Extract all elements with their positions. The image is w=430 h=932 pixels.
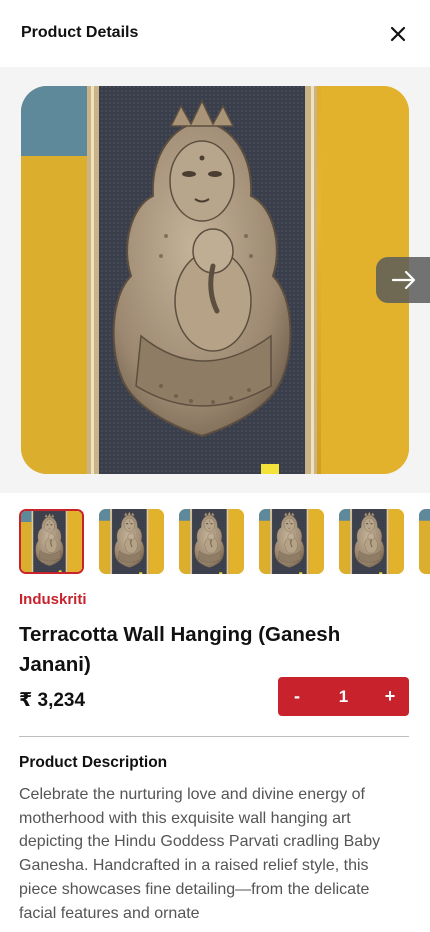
product-price: ₹ 3,234 [19,690,86,711]
thumbnail-image [21,511,82,572]
thumbnail-2[interactable] [99,509,164,574]
thumbnail-5[interactable] [339,509,404,574]
header-bar: Product Details [0,0,430,67]
thumbnail-image [339,509,404,574]
thumbnail-4[interactable] [259,509,324,574]
product-title: Terracotta Wall Hanging (Ganesh Janani) [19,623,341,676]
arrow-right-icon [391,270,416,290]
thumbnail-image [179,509,244,574]
thumbnail-6[interactable] [419,509,430,574]
brand-name[interactable]: Induskriti [19,591,87,608]
thumbnail-3[interactable] [179,509,244,574]
page-title: Product Details [21,24,139,41]
thumbnail-image [259,509,324,574]
product-hero-image[interactable] [21,86,409,474]
thumbnail-strip [0,508,430,576]
image-gallery [0,67,430,493]
description-text: Celebrate the nurturing love and divine … [19,786,381,922]
increase-quantity-button[interactable]: + [371,677,409,716]
close-icon [390,26,406,42]
close-button[interactable] [384,20,412,48]
quantity-stepper: - 1 + [278,677,409,716]
description-heading: Product Description [19,754,168,771]
thumbnail-image [99,509,164,574]
thumbnail-image [419,509,430,574]
quantity-value: 1 [338,687,349,706]
product-image [21,86,409,474]
thumbnail-1[interactable] [19,509,84,574]
divider [19,736,409,737]
decrease-quantity-button[interactable]: - [278,677,316,716]
next-image-button[interactable] [376,257,430,303]
